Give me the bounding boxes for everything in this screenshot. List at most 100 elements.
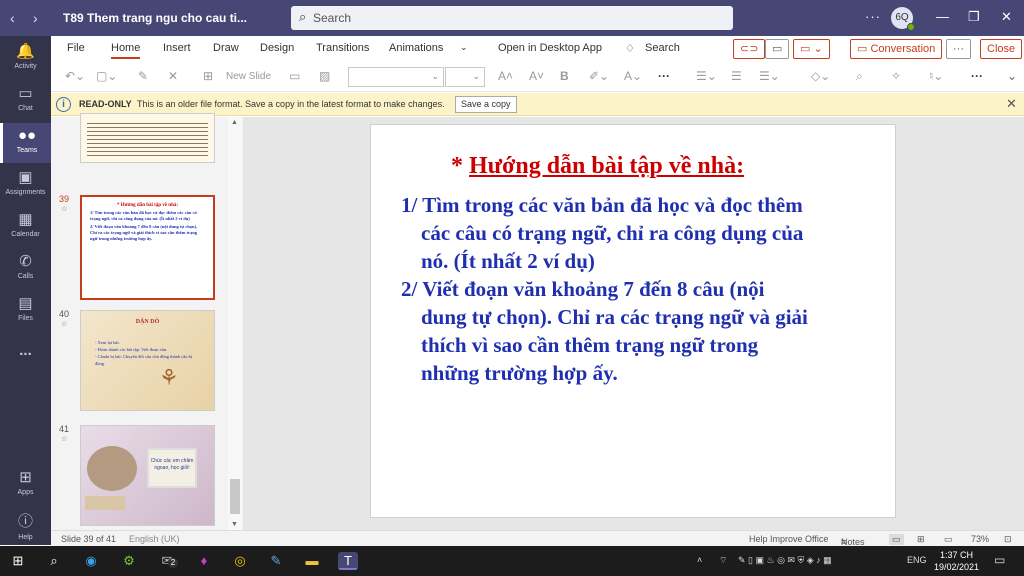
tab-insert[interactable]: Insert (163, 42, 191, 54)
maximize-icon[interactable]: ❐ (968, 9, 980, 25)
windows-taskbar: ⊞ ⌕ ◉ ⚙ ✉ 2 ♦ ◎ ✎ ▬ T ˄ ⌔ ✎ ▯ ▣ ♨ ◎ ✉ ⛨ … (0, 546, 1024, 576)
more-format-icon[interactable]: ··· (658, 69, 670, 83)
layout-icon[interactable]: ▭ (289, 69, 300, 83)
tab-design[interactable]: Design (260, 42, 294, 54)
file-explorer-icon[interactable]: ▬ (302, 552, 322, 570)
edge-icon[interactable]: ◉ (81, 552, 101, 570)
slide-title: * Hướng dẫn bài tập về nhà: (451, 153, 745, 179)
present-icon[interactable]: ▭ ⌄ (793, 39, 830, 59)
more-options-icon[interactable]: ··· (865, 9, 881, 24)
dictate-icon[interactable]: ♮⌄ (929, 69, 943, 83)
new-slide-icon[interactable]: ⊞ (203, 69, 213, 83)
back-arrow-icon[interactable]: ‹ (10, 10, 15, 26)
tab-transitions[interactable]: Transitions (316, 42, 369, 54)
minimize-icon[interactable]: — (936, 9, 949, 24)
close-icon[interactable]: ✕ (1006, 96, 1017, 112)
rail-item-apps[interactable]: ⊞ Apps (0, 468, 51, 508)
slide-text-line: các câu có trạng ngữ, chỉ ra công dụng c… (421, 221, 804, 245)
tell-me-search[interactable]: Search (645, 42, 680, 54)
rail-item-help[interactable]: ⓘ Help (0, 510, 51, 550)
notification-icon[interactable]: ▭ (994, 553, 1005, 567)
font-family-select[interactable]: ⌄ (348, 67, 444, 87)
slide-sorter-icon[interactable]: ⊞ (917, 534, 925, 545)
zoom-level[interactable]: 73% (971, 534, 989, 544)
rail-item-assignments[interactable]: ▣ Assignments (0, 168, 51, 208)
input-language[interactable]: ENG (907, 555, 927, 565)
wifi-icon[interactable]: ⌔ (719, 555, 727, 566)
reading-view-icon[interactable]: ▭ (944, 534, 953, 545)
conversation-button[interactable]: ▭ Conversation (850, 39, 943, 59)
thumbnail-scrollbar[interactable]: ▲ ▼ (228, 117, 242, 530)
scroll-up-icon[interactable]: ▲ (231, 119, 238, 126)
edit-app-icon[interactable]: ✎ (266, 552, 286, 570)
tab-home[interactable]: Home (111, 42, 141, 59)
new-slide-button[interactable]: New Slide (226, 71, 271, 82)
rail-item-calendar[interactable]: ▦ Calendar (0, 210, 51, 250)
shapes-icon[interactable]: ◇⌄ (811, 69, 830, 83)
bold-icon[interactable]: B (560, 69, 569, 83)
font-size-select[interactable]: ⌄ (445, 67, 485, 87)
font-color-icon[interactable]: A⌄ (624, 69, 642, 83)
scroll-thumb[interactable] (230, 479, 240, 514)
tab-file[interactable]: File (67, 42, 85, 54)
thumbnail-slide-38[interactable] (80, 113, 215, 163)
rail-item-activity[interactable]: 🔔 Activity (0, 42, 51, 82)
thumbnail-slide-39[interactable]: * Hướng dẫn bài tập về nhà: 1/ Tìm trong… (80, 195, 215, 300)
rail-item-teams[interactable]: ●● Teams (0, 123, 51, 163)
teams-taskbar-icon[interactable]: T (338, 552, 358, 570)
bullets-icon[interactable]: ☰⌄ (696, 69, 717, 83)
thumbnail-slide-41[interactable]: Chúc các em chăm ngoan, học giỏi! (80, 425, 215, 526)
calendar-icon: ▦ (18, 211, 33, 228)
assignments-icon: ▣ (18, 169, 33, 186)
info-icon: i (56, 97, 71, 112)
tab-animations[interactable]: Animations (389, 42, 443, 54)
format-painter-icon[interactable]: ✎ (138, 69, 148, 83)
avatar[interactable]: 6Q (891, 7, 915, 31)
rail-item-chat[interactable]: ▭ Chat (0, 84, 51, 124)
current-slide[interactable]: * Hướng dẫn bài tập về nhà: 1/ Tìm trong… (370, 124, 896, 518)
chevron-down-icon[interactable]: ⌄ (460, 42, 468, 53)
rail-item-calls[interactable]: ✆ Calls (0, 252, 51, 292)
designer-icon[interactable]: ✧ (891, 69, 901, 83)
grow-font-icon[interactable]: A˄ (498, 69, 513, 83)
taskbar-search-icon[interactable]: ⌕ (44, 552, 64, 570)
search-input[interactable]: ⌕ Search (291, 6, 733, 30)
normal-view-icon[interactable]: ▭ (889, 534, 904, 545)
lightbulb-icon: ♢ (625, 43, 635, 55)
tray-chevron-icon[interactable]: ˄ (697, 555, 702, 565)
indent-icon[interactable]: ☰ (731, 69, 742, 83)
thumbnail-number: 40 (59, 309, 70, 319)
close-button[interactable]: Close (980, 39, 1023, 59)
paste-icon[interactable]: ▢⌄ (96, 69, 117, 83)
share-icon[interactable]: ⊂⊃ (733, 39, 766, 59)
collapse-ribbon-icon[interactable]: ⌄ (1007, 69, 1017, 83)
highlight-icon[interactable]: ✐⌄ (589, 69, 609, 83)
more-options-button[interactable]: ··· (946, 39, 971, 59)
scroll-down-icon[interactable]: ▼ (231, 521, 238, 528)
rail-item-files[interactable]: ▤ Files (0, 294, 51, 334)
tab-draw[interactable]: Draw (213, 42, 239, 54)
open-desktop-button[interactable]: Open in Desktop App (498, 42, 602, 54)
comment-icon[interactable]: ▭ (765, 39, 790, 59)
delete-icon[interactable]: ✕ (168, 69, 178, 83)
windows-start-icon[interactable]: ⊞ (8, 552, 28, 570)
fit-slide-icon[interactable]: ⊡ (1004, 534, 1012, 545)
picture-icon[interactable]: ▨ (319, 69, 330, 83)
save-copy-button[interactable]: Save a copy (455, 96, 517, 113)
clock[interactable]: 1:37 CH 19/02/2021 (934, 549, 979, 573)
drop-app-icon[interactable]: ♦ (194, 552, 214, 570)
chrome-icon[interactable]: ◎ (230, 552, 250, 570)
close-window-icon[interactable]: ✕ (1001, 9, 1012, 25)
tray-apps-icons[interactable]: ✎ ▯ ▣ ♨ ◎ ✉ ⛨ ◈ ♪ ▦ (738, 555, 832, 566)
align-icon[interactable]: ☰⌄ (759, 69, 780, 83)
rail-item-more[interactable]: ... (0, 342, 51, 382)
thumbnail-slide-40[interactable]: DẶN DÒ - Xem lại bài. - Hoàn thành các b… (80, 310, 215, 411)
forward-arrow-icon[interactable]: › (33, 10, 38, 26)
shrink-font-icon[interactable]: A˅ (529, 69, 544, 83)
help-improve-link[interactable]: Help Improve Office (749, 534, 828, 544)
find-icon[interactable]: ⌕ (856, 69, 863, 84)
undo-icon[interactable]: ↶⌄ (65, 69, 85, 83)
toolbar-more-icon[interactable]: ··· (971, 69, 983, 83)
search-icon: ⌕ (299, 9, 307, 24)
app-icon[interactable]: ⚙ (119, 552, 139, 570)
